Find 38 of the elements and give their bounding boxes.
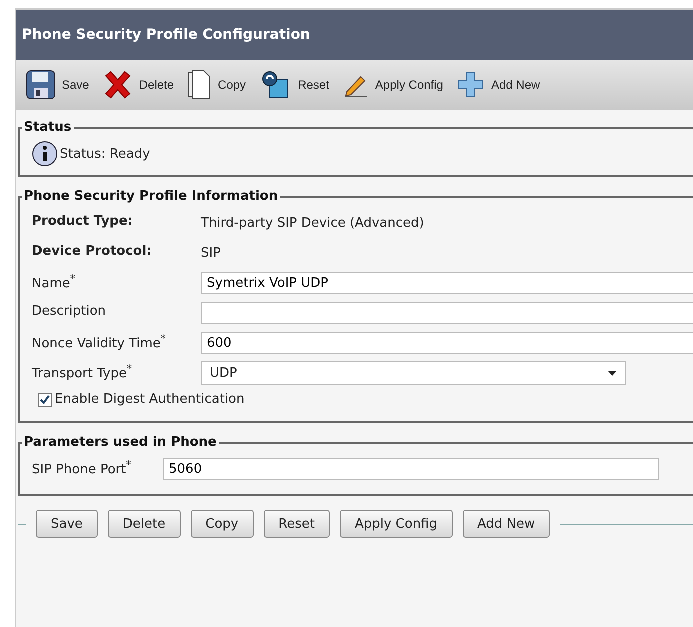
action-button[interactable]: Copy xyxy=(190,510,254,538)
field-label: Device Protocol: xyxy=(32,243,153,259)
info-icon xyxy=(32,141,58,167)
field-label: Transport Type$^{*}$ xyxy=(32,363,133,382)
field-value: SIP xyxy=(201,246,222,260)
action-button[interactable]: Apply Config xyxy=(340,510,452,538)
action-button[interactable]: Delete xyxy=(108,510,181,538)
plus-icon xyxy=(457,71,486,99)
field-label: Description xyxy=(32,303,108,319)
page-title: Phone Security Profile Configuration xyxy=(22,27,310,43)
field-label: Product Type: xyxy=(32,213,134,229)
action-button[interactable]: Save xyxy=(36,510,98,538)
caret-icon xyxy=(608,370,617,376)
text-field[interactable]: 600 xyxy=(201,332,693,354)
toolbar-button[interactable]: Delete xyxy=(101,70,176,100)
text-field[interactable]: 5060 xyxy=(163,458,659,480)
field-value: Third-party SIP Device (Advanced) xyxy=(201,216,426,230)
x-icon xyxy=(103,70,134,100)
toolbar-button[interactable]: Apply Config xyxy=(341,72,446,98)
action-button[interactable]: Reset xyxy=(264,510,330,538)
field-label: SIP Phone Port$^{*}$ xyxy=(32,459,132,478)
action-button[interactable]: Add New xyxy=(462,510,550,538)
field-label: Name$^{*}$ xyxy=(32,273,76,292)
toolbar-button[interactable]: Copy xyxy=(186,70,248,100)
checkbox[interactable] xyxy=(38,392,52,406)
toolbar-button[interactable]: Save xyxy=(24,70,92,100)
field-label: Nonce Validity Time$^{*}$ xyxy=(32,333,167,352)
status-text: Status: Ready xyxy=(60,146,150,162)
toolbar-button[interactable]: Reset xyxy=(258,70,332,100)
text-field[interactable] xyxy=(201,302,693,324)
section-title: Parameters used in Phone xyxy=(23,435,218,450)
document-icon xyxy=(188,70,212,100)
checkbox-label: Enable Digest Authentication xyxy=(55,392,245,407)
toolbar-button[interactable]: Add New xyxy=(455,71,542,99)
section-title: Phone Security Profile Information xyxy=(23,189,280,204)
text-field[interactable]: Symetrix VoIP UDP xyxy=(201,272,693,294)
dropdown[interactable]: UDP xyxy=(201,361,626,385)
section-title: Status xyxy=(23,120,73,135)
